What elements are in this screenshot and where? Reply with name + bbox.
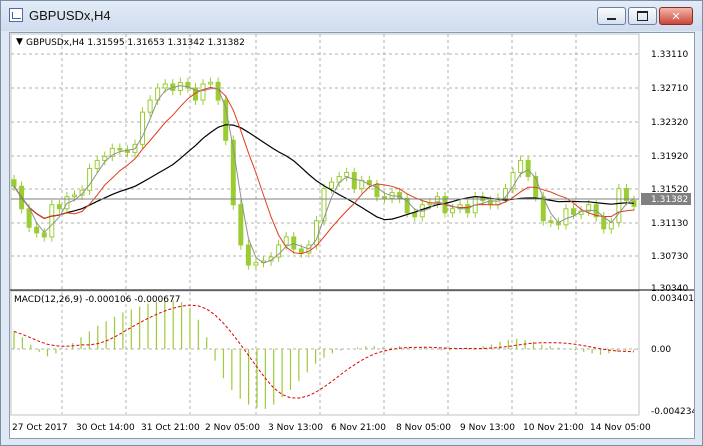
chart-header: GBPUSDx,H4 1.31595 1.31653 1.31342 1.313…	[26, 38, 245, 48]
grid	[11, 34, 639, 414]
macd-label: MACD(12,26,9) -0.000106 -0.000677	[14, 295, 180, 305]
time-label: 14 Nov 05:00	[590, 423, 651, 433]
chart-window: GBPUSDx,H4 ✕ ▼ GBPUSDx,H4 1.31595 1.3165…	[0, 0, 703, 446]
ma-mid-line	[13, 86, 635, 255]
macd-pane	[10, 290, 640, 416]
time-label: 9 Nov 13:00	[460, 423, 515, 433]
candle	[616, 188, 622, 223]
candle	[26, 208, 32, 228]
time-label: 27 Oct 2017	[12, 423, 68, 433]
candle	[291, 236, 297, 250]
candle	[94, 159, 100, 169]
candle	[608, 221, 614, 230]
price-chart[interactable]: ▼ GBPUSDx,H4 1.31595 1.31653 1.31342 1.3…	[10, 33, 694, 438]
price-label: 1.32320	[651, 118, 688, 128]
candle	[412, 212, 418, 218]
chart-window-icon	[9, 8, 23, 22]
candle	[563, 208, 569, 226]
time-label: 30 Oct 14:00	[76, 423, 135, 433]
candle	[223, 99, 229, 141]
time-label: 6 Nov 21:00	[331, 423, 386, 433]
price-label: 1.30340	[651, 284, 688, 294]
time-label: 10 Nov 21:00	[523, 423, 584, 433]
candle	[525, 159, 531, 178]
candle	[518, 159, 524, 174]
candle	[321, 188, 327, 222]
title-bar[interactable]: GBPUSDx,H4 ✕	[1, 1, 702, 31]
candle	[533, 176, 539, 198]
candle	[200, 83, 206, 101]
close-button[interactable]: ✕	[659, 7, 693, 25]
current-price-label: 1.31382	[651, 195, 688, 205]
candle	[253, 262, 259, 266]
candle	[548, 220, 554, 223]
candle	[381, 196, 387, 199]
time-axis[interactable]: 27 Oct 2017 30 Oct 14:00 31 Oct 21:00 2 …	[12, 423, 651, 433]
candle	[71, 194, 77, 198]
candle	[11, 179, 17, 187]
candle	[34, 226, 40, 234]
candle	[344, 172, 350, 178]
maximize-button[interactable]	[628, 7, 657, 25]
window-title: GBPUSDx,H4	[29, 8, 111, 23]
candle	[238, 204, 244, 246]
macd-axis[interactable]: 0.003401 0.00 -0.004234	[651, 294, 694, 417]
price-label: 1.30730	[651, 252, 688, 262]
candle	[56, 204, 62, 210]
price-label: 1.31130	[651, 219, 688, 229]
header-arrow-icon: ▼	[16, 37, 23, 47]
price-axis[interactable]: 1.33110 1.32710 1.32320 1.31920 1.31520 …	[641, 50, 691, 294]
candle	[450, 208, 456, 214]
candle	[117, 147, 123, 151]
candle	[571, 208, 577, 215]
time-label: 3 Nov 13:00	[268, 423, 323, 433]
candle	[208, 81, 214, 85]
time-label: 31 Oct 21:00	[141, 423, 200, 433]
candle	[102, 155, 108, 161]
candle	[41, 232, 47, 238]
candle	[329, 181, 335, 190]
price-label: 1.31920	[651, 152, 688, 162]
candle	[601, 216, 607, 230]
chart-area[interactable]: ▼ GBPUSDx,H4 1.31595 1.31653 1.31342 1.3…	[9, 32, 695, 439]
candles	[11, 77, 637, 270]
macd-axis-label: 0.00	[651, 345, 671, 355]
macd-axis-label: -0.004234	[651, 407, 694, 417]
candle	[49, 204, 55, 238]
price-label: 1.33110	[651, 50, 688, 60]
candle	[351, 172, 357, 190]
candle	[162, 83, 168, 89]
macd-axis-label: 0.003401	[651, 294, 694, 304]
macd-histogram	[13, 300, 635, 409]
candle	[283, 236, 289, 246]
price-label: 1.32710	[651, 84, 688, 94]
candle	[147, 99, 153, 113]
time-label: 2 Nov 05:00	[205, 423, 260, 433]
minimize-button[interactable]	[597, 7, 626, 25]
time-label: 8 Nov 05:00	[396, 423, 451, 433]
candle	[245, 244, 251, 266]
candle	[298, 248, 304, 254]
